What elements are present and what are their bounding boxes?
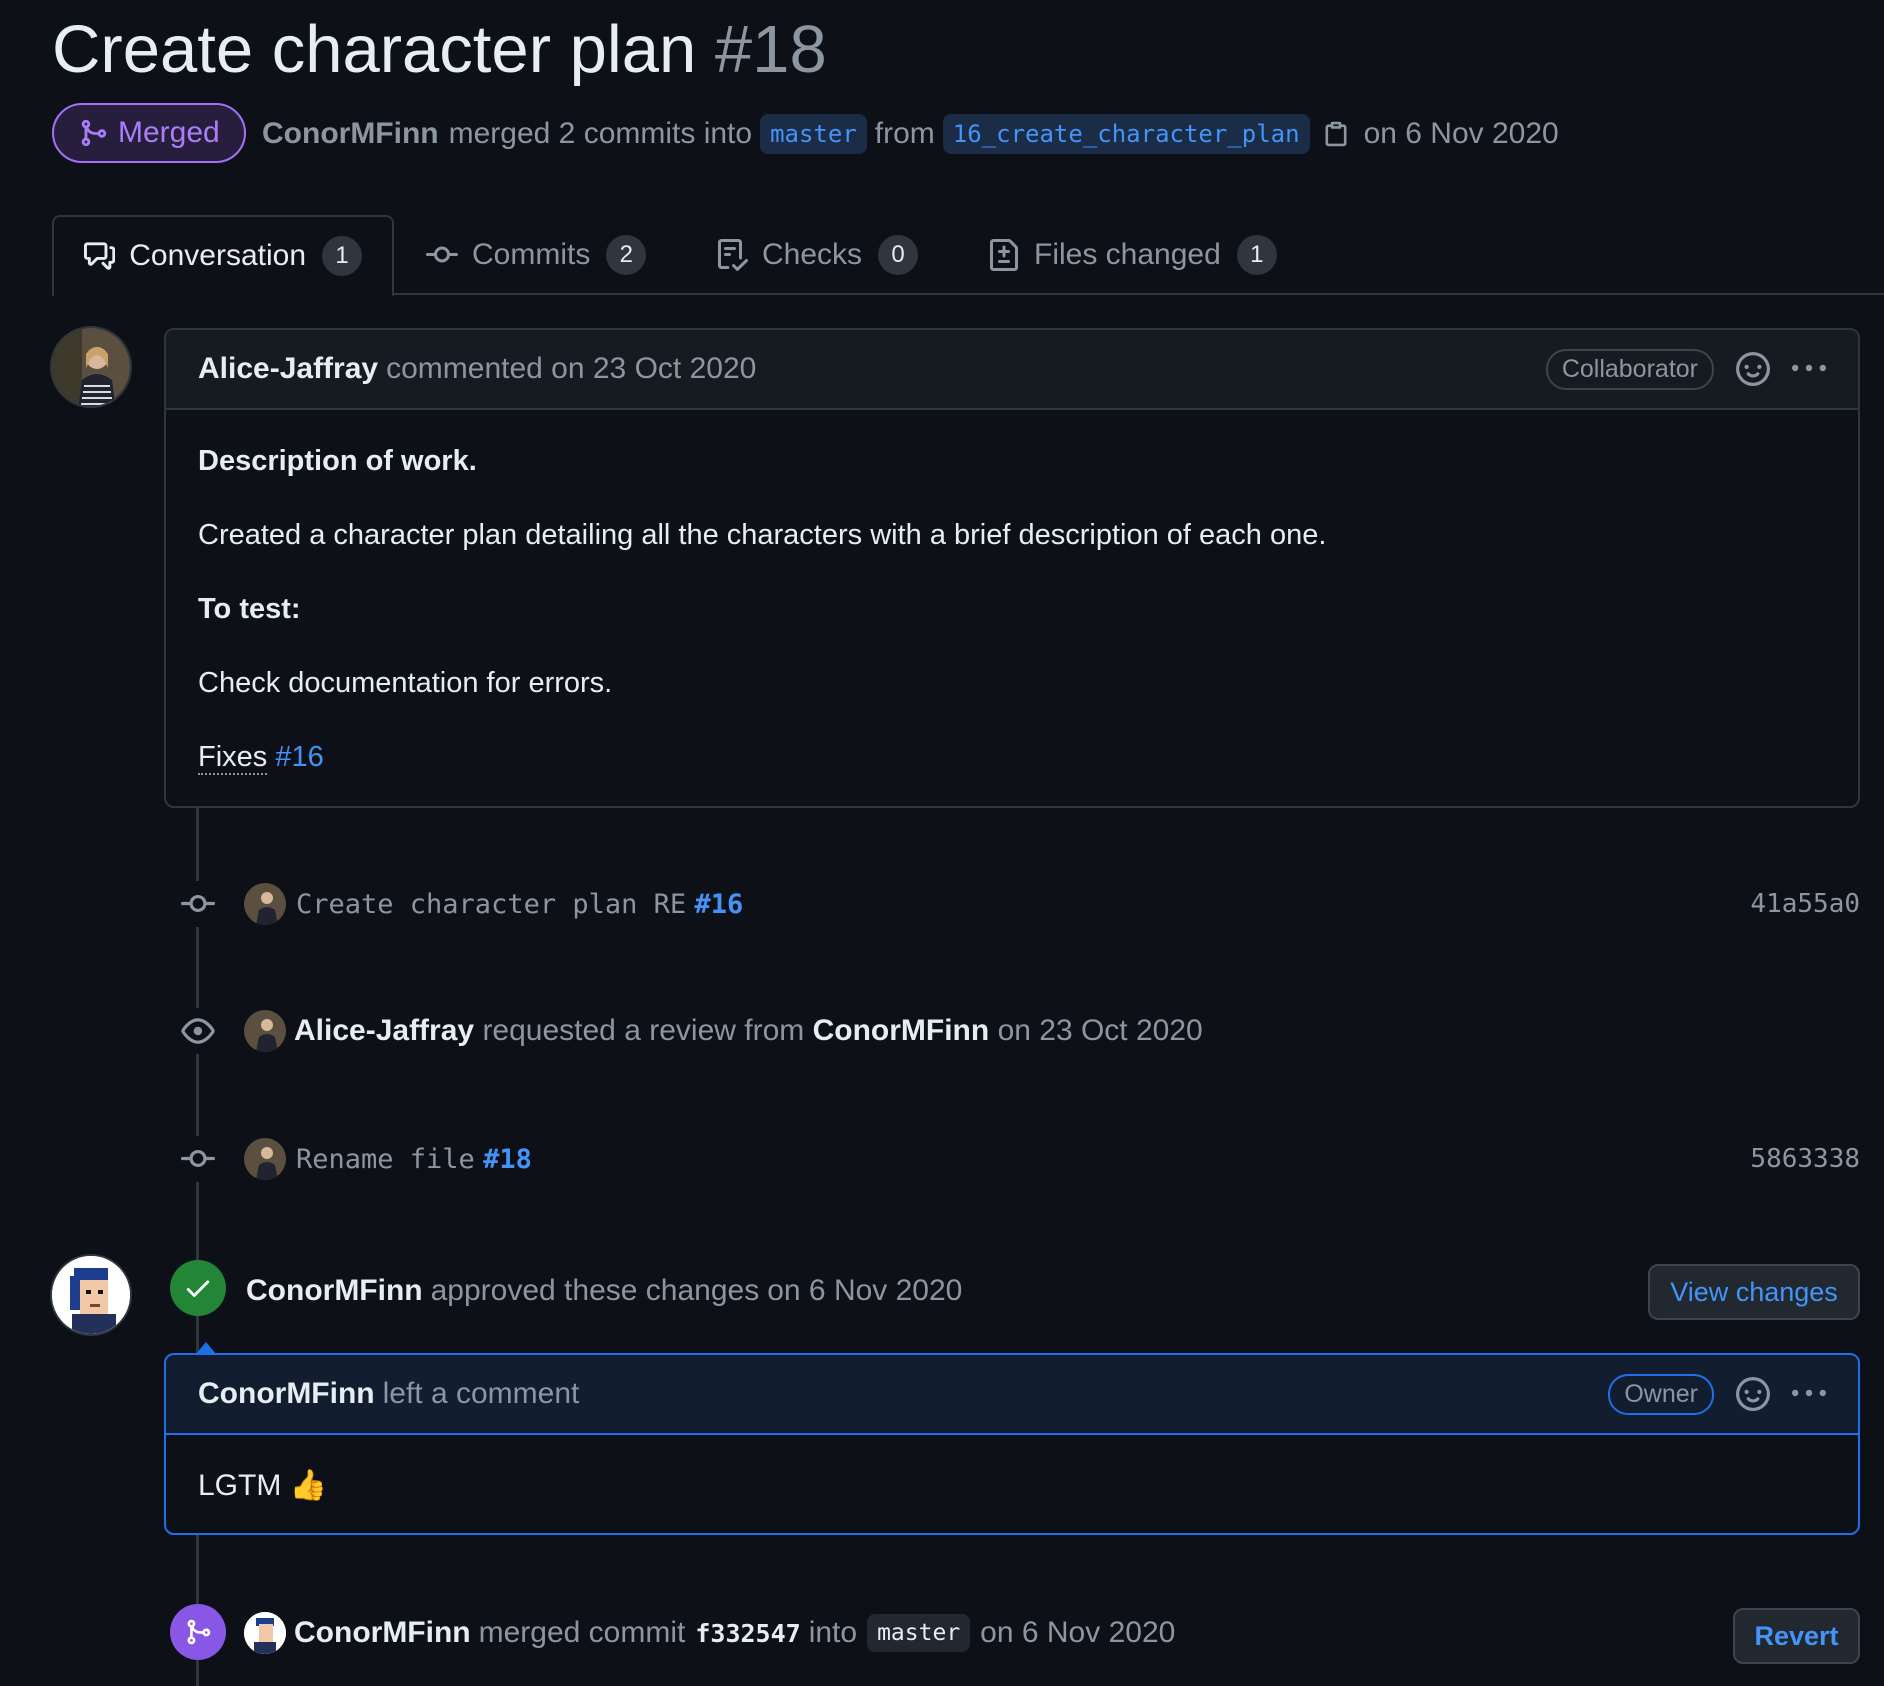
issue-link[interactable]: #16 [275, 741, 323, 773]
status-badge-label: Merged [118, 116, 220, 149]
base-branch[interactable]: master [867, 1614, 971, 1652]
comment-header: ConorMFinn left a comment Owner [166, 1355, 1858, 1435]
git-merge-icon [81, 119, 107, 147]
actor-link[interactable]: ConorMFinn [246, 1274, 423, 1308]
reviewer-link[interactable]: ConorMFinn [813, 1014, 990, 1047]
base-branch[interactable]: master [760, 114, 867, 154]
issue-link[interactable]: #18 [483, 1144, 532, 1175]
comment-action[interactable]: commented on 23 Oct 2020 [386, 352, 756, 386]
tab-commits-count: 2 [606, 235, 647, 275]
review-comment-box: ConorMFinn left a comment Owner LGTM 👍 [164, 1353, 1860, 1535]
smiley-icon[interactable] [1736, 1377, 1770, 1411]
merge-commit-sha[interactable]: f332547 [695, 1619, 800, 1648]
pr-title: Create character plan [52, 12, 697, 87]
tab-conversation-count: 1 [322, 236, 362, 276]
page-title: Create character plan #18 [52, 10, 827, 90]
timeline-review-request: Alice-Jaffray requested a review from Co… [178, 1006, 1203, 1056]
avatar[interactable] [244, 1138, 286, 1180]
copy-icon[interactable] [1322, 118, 1350, 150]
check-icon [170, 1260, 226, 1316]
event-date[interactable]: on 23 Oct 2020 [998, 1014, 1203, 1047]
actor-link[interactable]: ConorMFinn [294, 1616, 471, 1650]
actor-link[interactable]: Alice-Jaffray [294, 1014, 474, 1047]
comment-body: Description of work. Created a character… [166, 444, 1858, 775]
tab-files-changed[interactable]: Files changed 1 [988, 215, 1277, 295]
avatar[interactable] [50, 1254, 132, 1336]
kebab-horizontal-icon[interactable] [1792, 1377, 1826, 1411]
commit-message[interactable]: Rename file [296, 1144, 475, 1175]
tab-files-changed-label: Files changed [1034, 238, 1221, 271]
avatar[interactable] [244, 1612, 286, 1654]
merge-text: merged 2 commits into [448, 117, 753, 150]
comment-action: left a comment [382, 1377, 580, 1410]
tab-conversation[interactable]: Conversation 1 [52, 215, 394, 297]
kebab-horizontal-icon[interactable] [1792, 352, 1826, 386]
tab-commits-label: Commits [472, 238, 591, 271]
comment-box: Alice-Jaffray commented on 23 Oct 2020 C… [164, 328, 1860, 808]
git-commit-icon [426, 246, 458, 263]
smiley-icon[interactable] [1736, 352, 1770, 386]
checklist-icon [718, 239, 748, 271]
commit-sha[interactable]: 5863338 [1750, 1144, 1860, 1174]
event-date[interactable]: on 6 Nov 2020 [980, 1616, 1175, 1650]
file-diff-icon [990, 239, 1018, 271]
from-text: from [874, 117, 935, 150]
merge-commit-text: merged commit [478, 1616, 686, 1649]
fixes-line: Fixes #16 [198, 740, 1826, 775]
review-request-text: requested a review from [482, 1014, 805, 1047]
into-text: into [808, 1616, 858, 1649]
git-commit-icon [178, 881, 218, 927]
tab-files-changed-count: 1 [1236, 235, 1277, 275]
tab-conversation-label: Conversation [129, 239, 306, 272]
avatar[interactable] [50, 326, 132, 408]
event-date[interactable]: on 6 Nov 2020 [767, 1274, 962, 1308]
comment-author[interactable]: ConorMFinn [198, 1377, 375, 1411]
timeline-approval: ConorMFinn approved these changes on 6 N… [246, 1266, 962, 1316]
issue-link[interactable]: #16 [694, 889, 743, 920]
tab-checks-label: Checks [762, 238, 863, 271]
avatar[interactable] [244, 883, 286, 925]
commit-sha[interactable]: 41a55a0 [1750, 889, 1860, 919]
test-text: Check documentation for errors. [198, 667, 613, 699]
description-heading: Description of work. [198, 445, 477, 477]
approval-text: approved these changes [430, 1274, 760, 1307]
description-text: Created a character plan detailing all t… [198, 519, 1327, 551]
tab-checks-count: 0 [878, 235, 919, 275]
commit-message[interactable]: Create character plan RE [296, 889, 686, 920]
head-branch[interactable]: 16_create_character_plan [942, 114, 1310, 154]
author-role-badge: Collaborator [1545, 348, 1714, 390]
comment-author[interactable]: Alice-Jaffray [198, 352, 378, 386]
pr-number: #18 [714, 12, 827, 87]
timeline-commit: Create character plan RE #16 41a55a0 [178, 880, 1860, 928]
tab-checks[interactable]: Checks 0 [716, 215, 919, 295]
git-merge-icon [170, 1604, 226, 1660]
fixes-label: Fixes [198, 741, 268, 775]
timeline-line [196, 806, 199, 1686]
git-commit-icon [178, 1136, 218, 1182]
tab-commits[interactable]: Commits 2 [426, 215, 647, 295]
tab-bar: Conversation 1 Commits 2 Checks 0 Files … [52, 215, 1884, 297]
comment-header: Alice-Jaffray commented on 23 Oct 2020 C… [166, 330, 1858, 410]
timeline-merge: ConorMFinn merged commit f332547 into ma… [244, 1607, 1175, 1659]
pr-meta: ConorMFinn merged 2 commits into master … [262, 107, 1559, 161]
revert-button[interactable]: Revert [1733, 1608, 1860, 1664]
timeline-commit: Rename file #18 5863338 [178, 1135, 1860, 1183]
status-badge: Merged [52, 103, 246, 163]
avatar[interactable] [244, 1010, 286, 1052]
author-role-badge: Owner [1608, 1373, 1714, 1415]
pr-author-link[interactable]: ConorMFinn [262, 117, 439, 151]
comment-body: LGTM 👍 [166, 1469, 1858, 1503]
view-changes-button[interactable]: View changes [1648, 1264, 1860, 1320]
test-heading: To test: [198, 593, 301, 625]
comment-discussion-icon [84, 242, 116, 270]
merge-date: on 6 Nov 2020 [1363, 117, 1559, 150]
eye-icon [178, 1008, 218, 1054]
comment-text: LGTM 👍 [198, 1469, 328, 1502]
